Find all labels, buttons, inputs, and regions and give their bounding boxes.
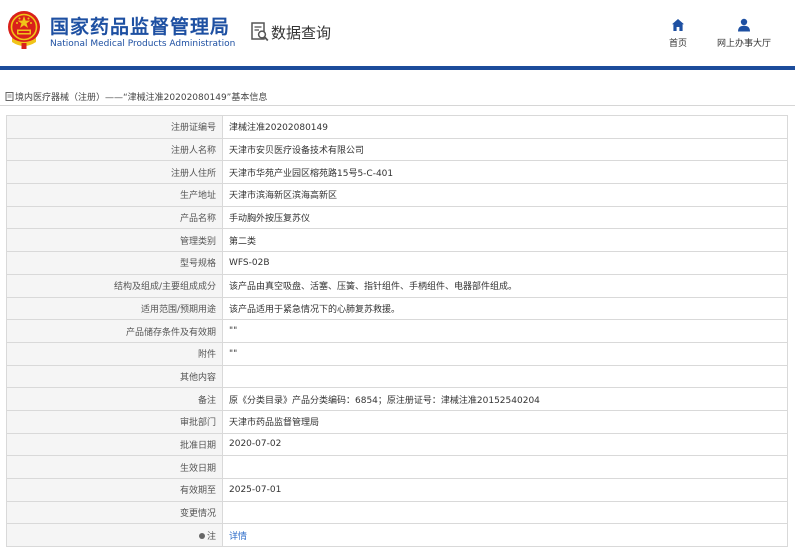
- table-row: 结构及组成/主要组成成分 该产品由真空吸盘、活塞、压簧、指针组件、手柄组件、电器部…: [6, 273, 788, 298]
- table-row: 审批部门 天津市药品监督管理局: [6, 409, 788, 434]
- row-value: 2025-07-01: [222, 478, 788, 502]
- details-link[interactable]: 详情: [229, 532, 247, 542]
- row-value: 天津市安贝医疗设备技术有限公司: [222, 137, 788, 162]
- row-value: 津械注准20202080149: [222, 115, 788, 139]
- row-value: 该产品适用于紧急情况下的心肺复苏救援。: [222, 296, 788, 321]
- table-row: 批准日期 2020-07-02: [6, 432, 788, 457]
- row-value: 天津市药品监督管理局: [222, 409, 788, 434]
- row-label: 审批部门: [6, 409, 223, 434]
- note-label: 注: [206, 531, 216, 542]
- row-label: 生产地址: [6, 183, 223, 207]
- row-label: 产品储存条件及有效期: [6, 319, 223, 343]
- row-label: 生效日期: [6, 455, 223, 479]
- registration-detail-table: 注册证编号 津械注准20202080149 注册人名称 天津市安贝医疗设备技术有限公…: [6, 115, 788, 548]
- row-label: 型号规格: [6, 251, 223, 275]
- org-name-en: National Medical Products Administration: [50, 39, 236, 49]
- row-value: [222, 500, 788, 525]
- query-title: 数据查询: [271, 24, 332, 42]
- data-query-icon: [251, 22, 269, 42]
- org-name-cn: 国家药品监督管理局: [50, 16, 231, 38]
- header-divider: [0, 66, 795, 70]
- row-value: 该产品由真空吸盘、活塞、压簧、指针组件、手柄组件、电器部件组成。: [222, 273, 788, 298]
- row-label: 其他内容: [6, 364, 223, 389]
- row-label: 管理类别: [6, 228, 223, 253]
- row-value: [222, 455, 788, 479]
- table-row: 产品名称 手动胸外按压复苏仪: [6, 205, 788, 230]
- row-label: 批准日期: [6, 432, 223, 457]
- home-icon: [672, 19, 684, 31]
- user-icon: [738, 18, 750, 32]
- document-icon: [5, 92, 14, 101]
- table-row: 变更情况: [6, 500, 788, 525]
- breadcrumb-current: 基本信息: [231, 93, 268, 103]
- row-value: 天津市滨海新区滨海高新区: [222, 183, 788, 207]
- table-row: 备注 原《分类目录》产品分类编码：6854；原注册证号：津械注准201525402…: [6, 387, 788, 411]
- breadcrumb-separator: ——: [105, 93, 124, 103]
- nav-home-label: 首页: [668, 39, 687, 49]
- row-value: 原《分类目录》产品分类编码：6854；原注册证号：津械注准20152540204: [222, 387, 788, 411]
- table-row: 注册人住所 天津市华苑产业园区榕苑路15号5-C-401: [6, 160, 788, 185]
- row-value: 2020-07-02: [222, 432, 788, 457]
- bullet-icon: [198, 532, 205, 539]
- row-label: 注册证编号: [6, 115, 223, 139]
- row-value: "": [222, 319, 788, 343]
- table-row: 注册人名称 天津市安贝医疗设备技术有限公司: [6, 137, 788, 162]
- breadcrumb: 境内医疗器械（注册）——“津械注准20202080149”基本信息: [5, 90, 267, 103]
- table-row: 其他内容: [6, 364, 788, 389]
- table-row: 型号规格 WFS-02B: [6, 251, 788, 275]
- row-value: WFS-02B: [222, 251, 788, 275]
- table-row: 附件 "": [6, 341, 788, 366]
- table-row-note: 注 详情: [6, 523, 788, 548]
- row-label: 备注: [6, 387, 223, 411]
- table-row: 注册证编号 津械注准20202080149: [6, 115, 788, 139]
- nav-service-hall-label: 网上办事大厅: [716, 39, 771, 49]
- row-label: 产品名称: [6, 205, 223, 230]
- row-label: 适用范围/预期用途: [6, 296, 223, 321]
- row-value: [222, 364, 788, 389]
- national-emblem-icon: [8, 11, 40, 49]
- row-label: 注册人名称: [6, 137, 223, 162]
- nav-home-link[interactable]: 首页: [664, 18, 692, 49]
- site-header: 国家药品监督管理局 National Medical Products Admi…: [0, 0, 795, 66]
- row-value-note: 详情: [222, 523, 788, 548]
- breadcrumb-divider: [0, 105, 795, 106]
- row-value: 第二类: [222, 228, 788, 253]
- row-label: 变更情况: [6, 500, 223, 525]
- table-row: 适用范围/预期用途 该产品适用于紧急情况下的心肺复苏救援。: [6, 296, 788, 321]
- breadcrumb-record: “津械注准20202080149”: [123, 93, 232, 103]
- row-label-note: 注: [6, 523, 223, 548]
- breadcrumb-category-link[interactable]: 境内医疗器械（注册）: [15, 93, 105, 103]
- row-value: "": [222, 341, 788, 366]
- row-label: 结构及组成/主要组成成分: [6, 273, 223, 298]
- nav-service-hall-link[interactable]: 网上办事大厅: [714, 18, 774, 49]
- row-label: 附件: [6, 341, 223, 366]
- table-row: 生产地址 天津市滨海新区滨海高新区: [6, 183, 788, 207]
- row-value: 天津市华苑产业园区榕苑路15号5-C-401: [222, 160, 788, 185]
- row-value: 手动胸外按压复苏仪: [222, 205, 788, 230]
- row-label: 有效期至: [6, 478, 223, 502]
- row-label: 注册人住所: [6, 160, 223, 185]
- table-row: 产品储存条件及有效期 "": [6, 319, 788, 343]
- table-row: 管理类别 第二类: [6, 228, 788, 253]
- table-row: 有效期至 2025-07-01: [6, 478, 788, 502]
- table-row: 生效日期: [6, 455, 788, 479]
